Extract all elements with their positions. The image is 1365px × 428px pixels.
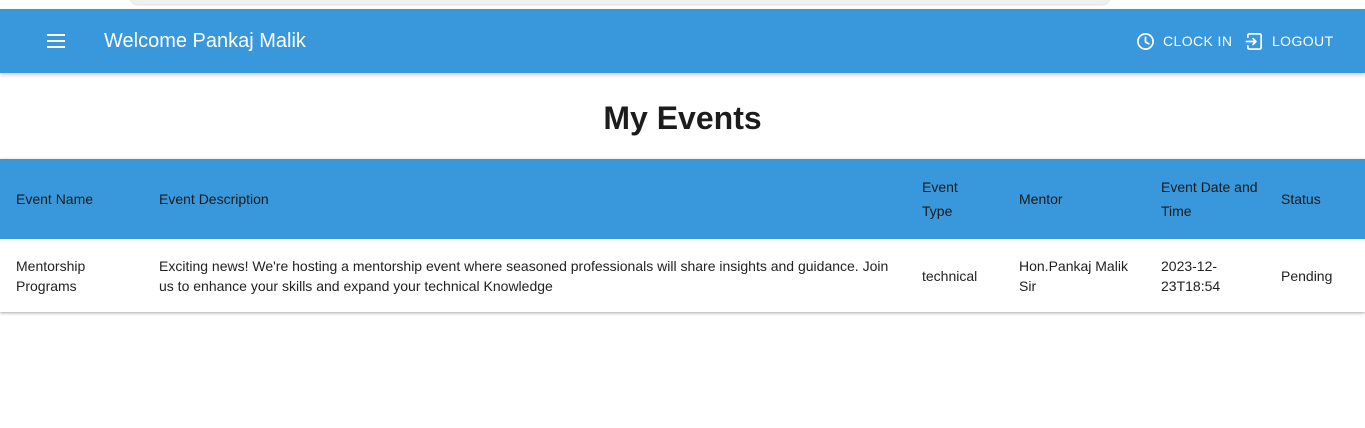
menu-icon	[47, 34, 65, 48]
event-type-cell: technical	[922, 267, 978, 284]
welcome-title: Welcome Pankaj Malik	[104, 30, 306, 52]
column-header-event-description: Event Description	[159, 191, 269, 207]
events-table: Event Name Event Description Event Type …	[0, 159, 1365, 312]
event-name-cell: Mentorship Programs	[16, 257, 86, 294]
logout-label: LOGOUT	[1272, 33, 1334, 49]
logout-button[interactable]: LOGOUT	[1245, 27, 1334, 55]
column-header-mentor: Mentor	[1019, 191, 1063, 207]
logout-icon	[1245, 32, 1263, 50]
events-table-container: Event Name Event Description Event Type …	[0, 159, 1365, 312]
app-bar: Welcome Pankaj Malik CLOCK IN LOGOUT	[0, 9, 1365, 73]
event-description-cell: Exciting news! We're hosting a mentorshi…	[159, 257, 889, 294]
column-header-event-name: Event Name	[16, 191, 94, 207]
page-title: My Events	[603, 100, 762, 136]
clock-icon	[1137, 32, 1154, 50]
column-header-event-type: Event Type	[922, 179, 958, 219]
clock-in-button[interactable]: CLOCK IN	[1136, 27, 1232, 55]
column-header-status: Status	[1281, 191, 1321, 207]
top-scroll-handle	[130, 0, 1110, 4]
status-cell: Pending	[1281, 267, 1333, 284]
browser-top-strip	[0, 0, 1365, 9]
table-header-row: Event Name Event Description Event Type …	[0, 159, 1365, 239]
column-header-event-date-time: Event Date and Time	[1161, 179, 1258, 219]
events-table-body: Mentorship Programs Exciting news! We're…	[0, 239, 1365, 312]
table-row: Mentorship Programs Exciting news! We're…	[0, 239, 1365, 312]
events-table-header: Event Name Event Description Event Type …	[0, 159, 1365, 239]
menu-button[interactable]	[36, 21, 76, 61]
mentor-cell: Hon.Pankaj Malik Sir	[1019, 257, 1128, 294]
clock-in-label: CLOCK IN	[1163, 33, 1233, 49]
event-date-time-cell: 2023-12- 23T18:54	[1161, 257, 1221, 294]
